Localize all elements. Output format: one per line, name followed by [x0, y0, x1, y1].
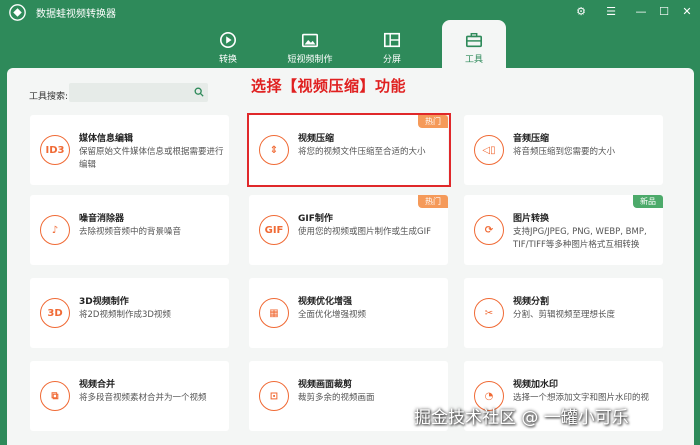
toolbox-icon — [465, 32, 483, 48]
app-title: 数据蛙视频转换器 — [36, 9, 116, 20]
tool-card-3d-video[interactable]: 3D 3D视频制作 将2D视频制作成3D视频 — [30, 278, 229, 348]
audio-compress-icon: ◁▯ — [474, 135, 504, 165]
tool-card-media-info[interactable]: ID3 媒体信息编辑 保留原始文件媒体信息或根据需要进行编辑 — [30, 115, 229, 185]
card-title: 视频加水印 — [513, 380, 559, 390]
search-label: 工具搜索: — [29, 92, 69, 102]
tool-card-video-enhance[interactable]: ▦ 视频优化增强 全面优化增强视频 — [249, 278, 448, 348]
card-desc: 将音频压缩到您需要的大小 — [513, 147, 616, 157]
search-input[interactable] — [69, 83, 208, 102]
enhance-icon: ▦ — [259, 298, 289, 328]
tab-convert[interactable]: 转换 — [196, 26, 260, 68]
tool-card-video-split[interactable]: ✂ 视频分割 分割、剪辑视频至理想长度 — [464, 278, 663, 348]
3d-icon: 3D — [40, 298, 70, 328]
tab-split-screen-label: 分屏 — [382, 55, 401, 65]
tool-card-image-convert[interactable]: ⟳ 图片转换 支持JPG/JPEG, PNG, WEBP, BMP, TIF/T… — [464, 195, 663, 265]
card-title: 音频压缩 — [513, 134, 550, 144]
card-title: 视频合并 — [79, 380, 116, 390]
card-title: 视频优化增强 — [298, 297, 353, 307]
maximize-button[interactable]: ☐ — [655, 4, 673, 20]
card-desc: 将2D视频制作成3D视频 — [79, 310, 171, 320]
menu-icon[interactable]: ☰ — [602, 4, 620, 20]
title-bar: 数据蛙视频转换器 ⚙ ☰ — ☐ ✕ — [0, 0, 700, 26]
crop-icon: ⊡ — [259, 381, 289, 411]
split-screen-icon — [383, 32, 401, 48]
tool-card-gif-maker[interactable]: GIF GIF制作 使用您的视频或图片制作或生成GIF 热门 — [249, 195, 448, 265]
card-title: GIF制作 — [298, 214, 333, 224]
app-logo-icon — [9, 4, 26, 21]
new-badge: 新品 — [633, 195, 663, 208]
card-title: 3D视频制作 — [79, 297, 129, 307]
card-title: 视频画面裁剪 — [298, 380, 353, 390]
card-title: 噪音消除器 — [79, 214, 125, 224]
main-nav: 转换 短视频制作 分屏 工具 — [0, 20, 700, 68]
tool-card-noise-remover[interactable]: ♪ 噪音消除器 去除视频音频中的背景噪音 — [30, 195, 229, 265]
hot-badge: 热门 — [418, 195, 448, 208]
card-desc: 全面优化增强视频 — [298, 310, 367, 320]
noise-icon: ♪ — [40, 215, 70, 245]
card-desc: 支持JPG/JPEG, PNG, WEBP, BMP, TIF/TIFF等多种图… — [513, 227, 647, 250]
close-button[interactable]: ✕ — [678, 4, 696, 20]
short-video-icon — [301, 33, 319, 48]
tool-card-video-merge[interactable]: ⧉ 视频合并 将多段音视频素材合并为一个视频 — [30, 361, 229, 431]
site-watermark: 掘金技术社区 @ 一罐小可乐 — [414, 408, 629, 428]
card-title: 媒体信息编辑 — [79, 134, 134, 144]
annotation-highlight-box — [247, 113, 451, 187]
card-title: 图片转换 — [513, 214, 550, 224]
gif-icon: GIF — [259, 215, 289, 245]
annotation-text: 选择【视频压缩】功能 — [251, 77, 407, 95]
card-desc: 使用您的视频或图片制作或生成GIF — [298, 227, 431, 237]
tab-short-video-label: 短视频制作 — [287, 55, 333, 65]
tab-split-screen[interactable]: 分屏 — [360, 26, 424, 68]
tool-card-audio-compress[interactable]: ◁▯ 音频压缩 将音频压缩到您需要的大小 — [464, 115, 663, 185]
convert-icon — [219, 31, 237, 49]
card-desc: 将多段音视频素材合并为一个视频 — [79, 393, 207, 403]
id3-icon: ID3 — [40, 135, 70, 165]
settings-icon[interactable]: ⚙ — [572, 4, 590, 20]
card-desc: 去除视频音频中的背景噪音 — [79, 227, 182, 237]
tab-tools[interactable]: 工具 — [442, 20, 506, 68]
image-convert-icon: ⟳ — [474, 215, 504, 245]
scissors-icon: ✂ — [474, 298, 504, 328]
tab-short-video[interactable]: 短视频制作 — [278, 26, 342, 68]
merge-icon: ⧉ — [40, 381, 70, 411]
search-icon[interactable] — [194, 87, 204, 97]
card-desc: 保留原始文件媒体信息或根据需要进行编辑 — [79, 147, 224, 170]
tab-tools-label: 工具 — [464, 55, 483, 65]
card-desc: 分割、剪辑视频至理想长度 — [513, 310, 616, 320]
card-title: 视频分割 — [513, 297, 550, 307]
tab-convert-label: 转换 — [218, 55, 237, 65]
minimize-button[interactable]: — — [632, 4, 650, 20]
